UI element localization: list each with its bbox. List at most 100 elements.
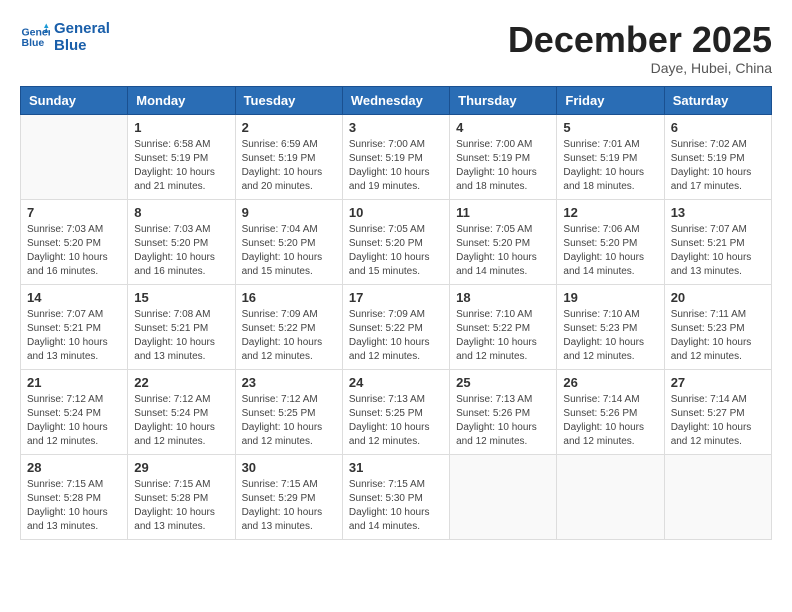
day-info: Sunrise: 7:00 AM Sunset: 5:19 PM Dayligh… bbox=[349, 138, 443, 194]
day-info: Sunrise: 7:10 AM Sunset: 5:22 PM Dayligh… bbox=[456, 308, 550, 364]
day-number: 5 bbox=[563, 120, 657, 135]
day-info: Sunrise: 6:59 AM Sunset: 5:19 PM Dayligh… bbox=[242, 138, 336, 194]
calendar-cell bbox=[450, 454, 557, 539]
day-info: Sunrise: 7:15 AM Sunset: 5:28 PM Dayligh… bbox=[27, 478, 121, 534]
day-info: Sunrise: 7:15 AM Sunset: 5:30 PM Dayligh… bbox=[349, 478, 443, 534]
day-number: 29 bbox=[134, 460, 228, 475]
day-number: 22 bbox=[134, 375, 228, 390]
day-info: Sunrise: 7:15 AM Sunset: 5:29 PM Dayligh… bbox=[242, 478, 336, 534]
day-info: Sunrise: 7:04 AM Sunset: 5:20 PM Dayligh… bbox=[242, 223, 336, 279]
calendar-cell: 10 Sunrise: 7:05 AM Sunset: 5:20 PM Dayli… bbox=[342, 199, 449, 284]
day-info: Sunrise: 7:14 AM Sunset: 5:26 PM Dayligh… bbox=[563, 393, 657, 449]
calendar-cell: 17 Sunrise: 7:09 AM Sunset: 5:22 PM Dayli… bbox=[342, 284, 449, 369]
calendar-cell: 11 Sunrise: 7:05 AM Sunset: 5:20 PM Dayli… bbox=[450, 199, 557, 284]
calendar-cell: 9 Sunrise: 7:04 AM Sunset: 5:20 PM Daylig… bbox=[235, 199, 342, 284]
location: Daye, Hubei, China bbox=[508, 60, 772, 76]
svg-text:Blue: Blue bbox=[22, 37, 45, 49]
day-info: Sunrise: 7:03 AM Sunset: 5:20 PM Dayligh… bbox=[27, 223, 121, 279]
calendar-cell: 8 Sunrise: 7:03 AM Sunset: 5:20 PM Daylig… bbox=[128, 199, 235, 284]
page-header: General Blue General Blue December 2025 … bbox=[20, 20, 772, 76]
calendar-cell: 6 Sunrise: 7:02 AM Sunset: 5:19 PM Daylig… bbox=[664, 114, 771, 199]
calendar-cell: 18 Sunrise: 7:10 AM Sunset: 5:22 PM Dayli… bbox=[450, 284, 557, 369]
day-number: 19 bbox=[563, 290, 657, 305]
weekday-header-wednesday: Wednesday bbox=[342, 86, 449, 114]
logo-icon: General Blue bbox=[20, 22, 50, 52]
calendar-week-row: 21 Sunrise: 7:12 AM Sunset: 5:24 PM Dayli… bbox=[21, 369, 772, 454]
day-number: 4 bbox=[456, 120, 550, 135]
calendar-cell: 1 Sunrise: 6:58 AM Sunset: 5:19 PM Daylig… bbox=[128, 114, 235, 199]
calendar-cell: 4 Sunrise: 7:00 AM Sunset: 5:19 PM Daylig… bbox=[450, 114, 557, 199]
day-number: 21 bbox=[27, 375, 121, 390]
day-info: Sunrise: 7:05 AM Sunset: 5:20 PM Dayligh… bbox=[349, 223, 443, 279]
weekday-header-tuesday: Tuesday bbox=[235, 86, 342, 114]
day-number: 1 bbox=[134, 120, 228, 135]
day-number: 28 bbox=[27, 460, 121, 475]
calendar-week-row: 14 Sunrise: 7:07 AM Sunset: 5:21 PM Dayli… bbox=[21, 284, 772, 369]
day-number: 14 bbox=[27, 290, 121, 305]
calendar-cell: 24Sunrise: 7:13 AM Sunset: 5:25 PM Dayli… bbox=[342, 369, 449, 454]
day-number: 11 bbox=[456, 205, 550, 220]
day-number: 17 bbox=[349, 290, 443, 305]
logo-text: General Blue bbox=[54, 20, 110, 54]
calendar-cell: 15Sunrise: 7:08 AM Sunset: 5:21 PM Dayli… bbox=[128, 284, 235, 369]
day-number: 18 bbox=[456, 290, 550, 305]
calendar-week-row: 1 Sunrise: 6:58 AM Sunset: 5:19 PM Daylig… bbox=[21, 114, 772, 199]
calendar-cell: 26 Sunrise: 7:14 AM Sunset: 5:26 PM Dayli… bbox=[557, 369, 664, 454]
calendar-cell bbox=[21, 114, 128, 199]
day-number: 9 bbox=[242, 205, 336, 220]
calendar-cell: 31 Sunrise: 7:15 AM Sunset: 5:30 PM Dayli… bbox=[342, 454, 449, 539]
calendar-cell: 22 Sunrise: 7:12 AM Sunset: 5:24 PM Dayli… bbox=[128, 369, 235, 454]
day-info: Sunrise: 7:06 AM Sunset: 5:20 PM Dayligh… bbox=[563, 223, 657, 279]
day-info: Sunrise: 7:03 AM Sunset: 5:20 PM Dayligh… bbox=[134, 223, 228, 279]
day-number: 8 bbox=[134, 205, 228, 220]
calendar-cell: 16Sunrise: 7:09 AM Sunset: 5:22 PM Dayli… bbox=[235, 284, 342, 369]
calendar-cell: 3 Sunrise: 7:00 AM Sunset: 5:19 PM Daylig… bbox=[342, 114, 449, 199]
day-info: Sunrise: 7:12 AM Sunset: 5:25 PM Dayligh… bbox=[242, 393, 336, 449]
day-info: Sunrise: 7:02 AM Sunset: 5:19 PM Dayligh… bbox=[671, 138, 765, 194]
day-info: Sunrise: 7:05 AM Sunset: 5:20 PM Dayligh… bbox=[456, 223, 550, 279]
day-number: 31 bbox=[349, 460, 443, 475]
day-number: 12 bbox=[563, 205, 657, 220]
day-number: 10 bbox=[349, 205, 443, 220]
calendar-cell: 23Sunrise: 7:12 AM Sunset: 5:25 PM Dayli… bbox=[235, 369, 342, 454]
day-info: Sunrise: 7:07 AM Sunset: 5:21 PM Dayligh… bbox=[671, 223, 765, 279]
calendar-cell: 28 Sunrise: 7:15 AM Sunset: 5:28 PM Dayli… bbox=[21, 454, 128, 539]
calendar-cell: 30Sunrise: 7:15 AM Sunset: 5:29 PM Dayli… bbox=[235, 454, 342, 539]
calendar-cell: 13 Sunrise: 7:07 AM Sunset: 5:21 PM Dayli… bbox=[664, 199, 771, 284]
day-info: Sunrise: 7:14 AM Sunset: 5:27 PM Dayligh… bbox=[671, 393, 765, 449]
weekday-header-thursday: Thursday bbox=[450, 86, 557, 114]
day-number: 2 bbox=[242, 120, 336, 135]
calendar-cell bbox=[664, 454, 771, 539]
calendar-cell: 7 Sunrise: 7:03 AM Sunset: 5:20 PM Daylig… bbox=[21, 199, 128, 284]
day-number: 7 bbox=[27, 205, 121, 220]
day-info: Sunrise: 7:09 AM Sunset: 5:22 PM Dayligh… bbox=[349, 308, 443, 364]
calendar-cell: 27 Sunrise: 7:14 AM Sunset: 5:27 PM Dayli… bbox=[664, 369, 771, 454]
day-number: 24 bbox=[349, 375, 443, 390]
day-info: Sunrise: 7:11 AM Sunset: 5:23 PM Dayligh… bbox=[671, 308, 765, 364]
calendar-cell: 12 Sunrise: 7:06 AM Sunset: 5:20 PM Dayli… bbox=[557, 199, 664, 284]
day-info: Sunrise: 7:12 AM Sunset: 5:24 PM Dayligh… bbox=[27, 393, 121, 449]
day-number: 6 bbox=[671, 120, 765, 135]
day-number: 15 bbox=[134, 290, 228, 305]
day-info: Sunrise: 7:13 AM Sunset: 5:26 PM Dayligh… bbox=[456, 393, 550, 449]
weekday-header-sunday: Sunday bbox=[21, 86, 128, 114]
day-info: Sunrise: 7:09 AM Sunset: 5:22 PM Dayligh… bbox=[242, 308, 336, 364]
day-number: 13 bbox=[671, 205, 765, 220]
calendar-cell: 5Sunrise: 7:01 AM Sunset: 5:19 PM Daylig… bbox=[557, 114, 664, 199]
day-number: 3 bbox=[349, 120, 443, 135]
calendar-cell: 14 Sunrise: 7:07 AM Sunset: 5:21 PM Dayli… bbox=[21, 284, 128, 369]
calendar-cell: 20Sunrise: 7:11 AM Sunset: 5:23 PM Dayli… bbox=[664, 284, 771, 369]
weekday-header-row: SundayMondayTuesdayWednesdayThursdayFrid… bbox=[21, 86, 772, 114]
day-number: 25 bbox=[456, 375, 550, 390]
day-info: Sunrise: 7:10 AM Sunset: 5:23 PM Dayligh… bbox=[563, 308, 657, 364]
day-info: Sunrise: 6:58 AM Sunset: 5:19 PM Dayligh… bbox=[134, 138, 228, 194]
title-block: December 2025 Daye, Hubei, China bbox=[508, 20, 772, 76]
day-number: 26 bbox=[563, 375, 657, 390]
day-info: Sunrise: 7:12 AM Sunset: 5:24 PM Dayligh… bbox=[134, 393, 228, 449]
day-number: 27 bbox=[671, 375, 765, 390]
calendar-cell: 19 Sunrise: 7:10 AM Sunset: 5:23 PM Dayli… bbox=[557, 284, 664, 369]
logo: General Blue General Blue bbox=[20, 20, 110, 54]
day-info: Sunrise: 7:00 AM Sunset: 5:19 PM Dayligh… bbox=[456, 138, 550, 194]
weekday-header-monday: Monday bbox=[128, 86, 235, 114]
day-info: Sunrise: 7:07 AM Sunset: 5:21 PM Dayligh… bbox=[27, 308, 121, 364]
